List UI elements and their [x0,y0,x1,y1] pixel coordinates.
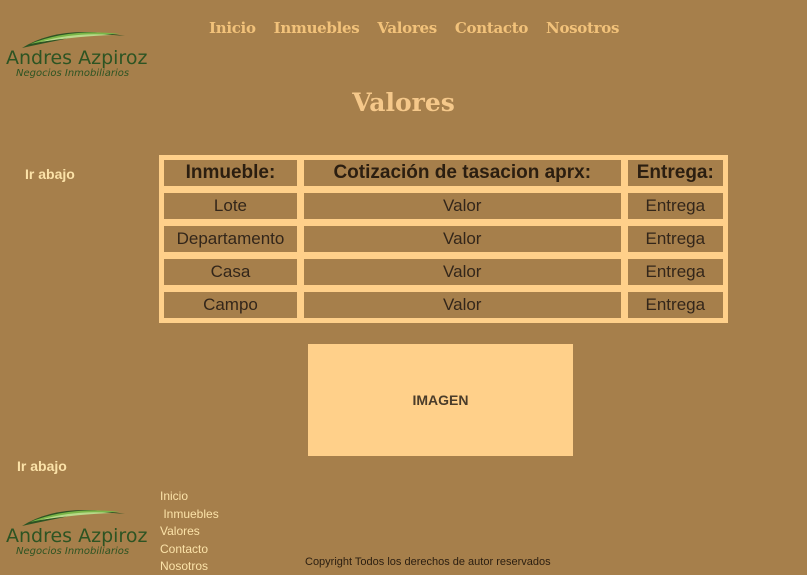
nav-inicio[interactable]: Inicio [209,19,256,37]
cell-entrega: Entrega [625,257,725,287]
footer-brand-tagline: Negocios Inmobiliarios [16,546,130,557]
top-nav: Inicio Inmuebles Valores Contacto Nosotr… [209,19,637,37]
header-inmueble: Inmueble: [162,158,299,188]
cell-inmueble: Lote [162,191,299,221]
brand-name: Andres Azpiroz [6,47,148,69]
nav-inmuebles[interactable]: Inmuebles [274,19,360,37]
footer-nav: Inicio Inmuebles Valores Contacto Nosotr… [160,488,219,575]
cell-valor: Valor [301,290,623,320]
footer-nav-inmuebles[interactable]: Inmuebles [160,506,218,524]
footer-nav-valores[interactable]: Valores [160,523,219,541]
hill-logo-icon [22,32,125,48]
header-entrega: Entrega: [625,158,725,188]
table-header-row: Inmueble: Cotización de tasacion aprx: E… [162,158,725,188]
footer-brand-name: Andres Azpiroz [6,525,148,547]
table-row: Casa Valor Entrega [162,257,725,287]
cell-inmueble: Departamento [162,224,299,254]
cell-valor: Valor [301,191,623,221]
ir-abajo-link[interactable]: Ir abajo [25,166,75,182]
cell-valor: Valor [301,257,623,287]
table-row: Lote Valor Entrega [162,191,725,221]
cell-entrega: Entrega [625,224,725,254]
footer-nav-nosotros[interactable]: Nosotros [160,558,219,575]
cell-entrega: Entrega [625,290,725,320]
header-cotizacion: Cotización de tasacion aprx: [301,158,623,188]
nav-valores[interactable]: Valores [377,19,437,37]
table-row: Departamento Valor Entrega [162,224,725,254]
cell-inmueble: Campo [162,290,299,320]
table-row: Campo Valor Entrega [162,290,725,320]
cell-entrega: Entrega [625,191,725,221]
footer-nav-contacto[interactable]: Contacto [160,541,219,559]
page-title: Valores [352,88,455,117]
nav-nosotros[interactable]: Nosotros [546,19,619,37]
cell-inmueble: Casa [162,257,299,287]
brand-tagline: Negocios Inmobiliarios [16,68,130,79]
cell-valor: Valor [301,224,623,254]
image-placeholder: IMAGEN [308,344,573,456]
valores-table: Inmueble: Cotización de tasacion aprx: E… [159,155,728,323]
footer-nav-inicio[interactable]: Inicio [160,488,219,506]
footer-brand-logo[interactable]: Andres Azpiroz Negocios Inmobiliarios [0,500,150,557]
hill-logo-icon [22,510,125,526]
copyright-text: Copyright Todos los derechos de autor re… [305,556,551,568]
nav-contacto[interactable]: Contacto [455,19,528,37]
brand-logo[interactable]: Andres Azpiroz Negocios Inmobiliarios [0,22,150,79]
ir-abajo-footer-link[interactable]: Ir abajo [17,458,67,474]
